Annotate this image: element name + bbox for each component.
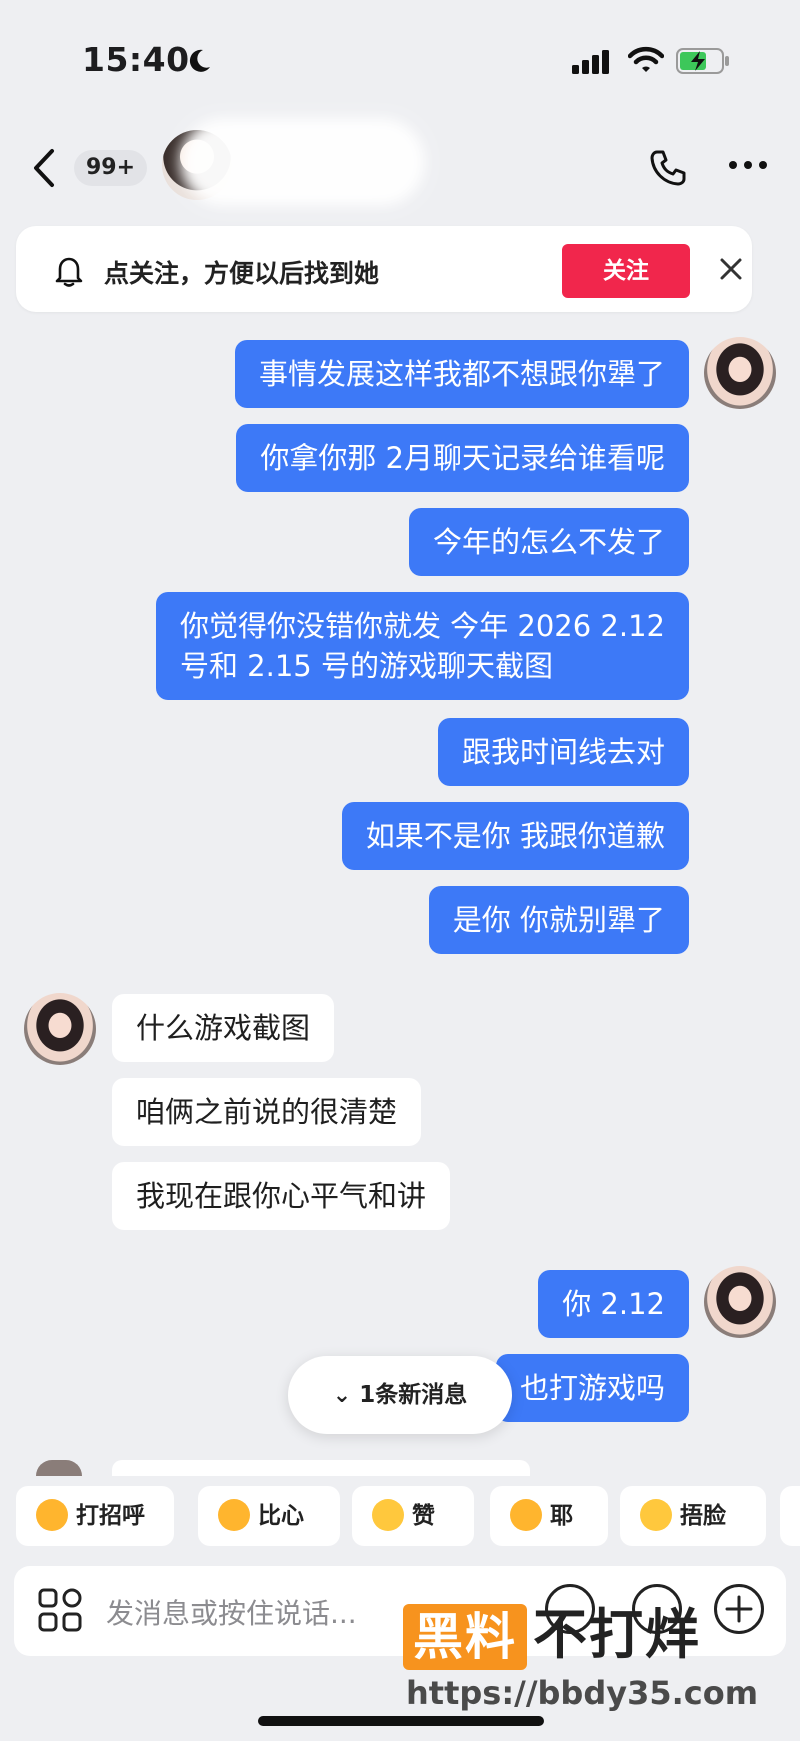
quick-reply-label: 赞	[412, 1503, 435, 1529]
message-bubble-sent[interactable]: 你 2.12	[538, 1270, 689, 1338]
bell-icon	[55, 257, 83, 287]
double-chevron-down-icon: ⌄	[332, 1383, 352, 1408]
quick-reply-label: 打招呼	[76, 1503, 145, 1529]
status-time: 15:40	[82, 40, 190, 79]
message-bubble-sent[interactable]: 跟我时间线去对	[437, 718, 689, 786]
my-avatar[interactable]	[704, 1266, 776, 1338]
watermark-url: https://bbdy35.com	[406, 1674, 759, 1712]
plus-glyph	[725, 1595, 753, 1623]
message-input[interactable]	[104, 1592, 408, 1634]
message-bubble-received[interactable]: 什么游戏截图	[112, 994, 335, 1062]
quick-reply-chip[interactable]: 打招呼	[16, 1486, 174, 1546]
contact-avatar-in-chat[interactable]	[24, 993, 96, 1065]
unread-count-badge[interactable]: 99+	[74, 150, 148, 186]
message-bubble-peek	[112, 1460, 530, 1476]
moon-icon	[189, 49, 210, 72]
my-avatar[interactable]	[704, 337, 776, 409]
close-icon[interactable]	[718, 256, 744, 282]
message-bubble-received[interactable]: 咱俩之前说的很清楚	[112, 1078, 422, 1146]
follow-prompt-text: 点关注，方便以后找到她	[104, 259, 380, 288]
message-bubble-sent[interactable]: 今年的怎么不发了	[408, 508, 689, 576]
message-bubble-sent[interactable]: 你觉得你没错你就发 今年 2026 2.12 号和 2.15 号的游戏聊天截图	[155, 592, 689, 700]
quick-reply-chip[interactable]: 捂脸	[620, 1486, 766, 1546]
plus-icon[interactable]	[714, 1584, 764, 1634]
quick-reply-chip[interactable]: 赞	[352, 1486, 474, 1546]
message-bubble-sent[interactable]: 是你 你就别犟了	[428, 886, 689, 954]
facepalm-emoji-icon	[640, 1498, 672, 1531]
apps-grid-icon[interactable]	[38, 1588, 82, 1632]
new-messages-pill[interactable]: ⌄ 1条新消息	[288, 1356, 512, 1434]
quick-reply-label: 捂脸	[680, 1503, 726, 1529]
battery-charging-icon	[676, 48, 729, 74]
quick-reply-label: 耶	[550, 1503, 573, 1529]
wave-emoji-icon	[36, 1498, 68, 1531]
thumbs-up-emoji-icon	[372, 1498, 404, 1531]
message-bubble-sent[interactable]: 如果不是你 我跟你道歉	[341, 802, 689, 870]
watermark-logo: 黑料	[403, 1604, 527, 1670]
contact-name-redacted	[180, 118, 425, 206]
heart-hands-emoji-icon	[218, 1498, 250, 1531]
phone-call-icon[interactable]	[648, 148, 688, 188]
cellular-signal-icon	[572, 50, 609, 74]
quick-reply-chip-partial[interactable]	[780, 1486, 800, 1546]
quick-reply-label: 比心	[258, 1503, 304, 1529]
message-bubble-sent[interactable]: 也打游戏吗	[495, 1354, 689, 1422]
wifi-icon	[628, 46, 664, 72]
more-options-icon[interactable]	[728, 160, 768, 170]
watermark-text: 不打烊	[533, 1603, 701, 1666]
message-bubble-sent[interactable]: 事情发展这样我都不想跟你犟了	[234, 340, 689, 408]
back-chevron-icon[interactable]	[26, 145, 66, 191]
quick-reply-chip[interactable]: 比心	[198, 1486, 340, 1546]
follow-button[interactable]: 关注	[562, 244, 690, 298]
message-bubble-received[interactable]: 我现在跟你心平气和讲	[112, 1162, 451, 1230]
message-line: 号和 2.15 号的游戏聊天截图	[179, 649, 553, 683]
home-indicator[interactable]	[258, 1716, 544, 1726]
quick-reply-chip[interactable]: 耶	[490, 1486, 608, 1546]
victory-emoji-icon	[510, 1498, 542, 1531]
message-bubble-sent[interactable]: 你拿你那 2月聊天记录给谁看呢	[236, 424, 689, 492]
message-line: 你觉得你没错你就发 今年 2026 2.12	[179, 609, 665, 643]
contact-avatar-peek	[36, 1460, 82, 1476]
new-messages-label: 1条新消息	[359, 1382, 468, 1408]
